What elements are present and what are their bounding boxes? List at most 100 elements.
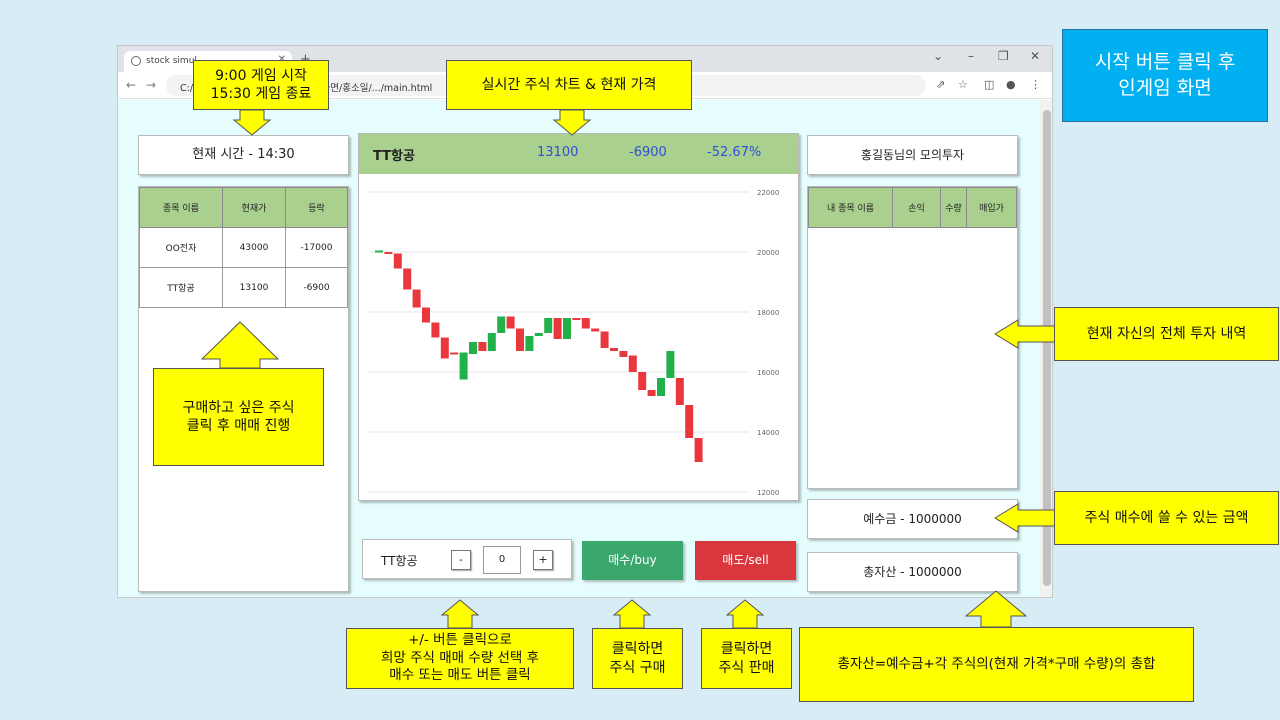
chart-price-change: -6900 [629,145,667,160]
candle [581,318,590,329]
candle [412,289,421,308]
col-header-my-stock: 내 종목 이름 [808,187,893,228]
holdings-table: 내 종목 이름 손익 수량 매입가 [808,187,1017,228]
quantity-selector: TT항공 - 0 + [362,539,572,579]
candle [440,337,449,359]
candle [422,307,430,323]
stock-name[interactable]: TT항공 [139,267,223,308]
col-header-quantity: 수량 [940,187,967,228]
candle [610,348,618,351]
select-note: 구매하고 싶은 주식 클릭 후 매매 진행 [153,368,324,466]
chart-current-price: 13100 [537,145,579,160]
sell-note: 클릭하면 주식 판매 [701,628,792,689]
stock-row[interactable]: OO전자 43000 -17000 [139,227,348,268]
chart-header: TT항공 13100 -6900 -52.67% [359,134,798,174]
profile-icon[interactable]: ● [1006,78,1016,91]
col-header-change: 등락 [285,187,348,228]
globe-icon [131,56,141,66]
col-header-name: 종목 이름 [139,187,223,228]
stock-price[interactable]: 13100 [222,267,286,308]
forward-icon[interactable]: → [146,78,156,92]
candle [647,390,656,396]
candle [694,438,703,462]
buy-button[interactable]: 매수/buy [582,541,683,580]
total-assets: 총자산 - 1000000 [807,552,1018,592]
candle [375,250,383,253]
stock-change[interactable]: -17000 [285,227,348,268]
candle [553,318,562,339]
candle [384,252,393,254]
candle [619,351,628,357]
candle [600,331,609,348]
side-panel-icon[interactable]: ◫ [984,78,994,91]
stock-change[interactable]: -6900 [285,267,348,308]
candle [572,318,581,320]
screen-title-note: 시작 버튼 클릭 후 인게임 화면 [1062,29,1268,122]
maximize-icon[interactable]: ❐ [998,49,1009,63]
y-tick-label: 16000 [757,369,779,377]
quantity-note: +/- 버튼 클릭으로 희망 주식 매매 수량 선택 후 매수 또는 매도 버튼… [346,628,574,689]
holdings-panel: 내 종목 이름 손익 수량 매입가 [807,186,1018,489]
stock-price[interactable]: 43000 [222,227,286,268]
deposit-note: 주식 매수에 쓸 수 있는 금액 [1054,491,1279,545]
candle [628,355,637,372]
sell-button[interactable]: 매도/sell [695,541,796,580]
minimize-icon[interactable]: – [968,49,974,63]
deposit-amount: 예수금 - 1000000 [807,499,1018,539]
candle [497,316,506,333]
time-note: 9:00 게임 시작 15:30 게임 종료 [193,60,329,110]
candle [403,268,412,290]
stock-list-table: 종목 이름 현재가 등락 OO전자 43000 -17000 TT항공 1310… [139,187,348,308]
candle [563,318,571,339]
y-tick-label: 20000 [757,249,779,257]
increase-quantity-button[interactable]: + [533,550,553,570]
sell-arrow-icon [725,599,765,629]
menu-icon[interactable]: ⋮ [1030,78,1041,91]
candle [525,336,534,351]
candle [534,333,543,336]
col-header-price: 현재가 [222,187,286,228]
y-tick-label: 18000 [757,309,779,317]
candle [657,378,665,396]
candle [393,253,402,269]
decrease-quantity-button[interactable]: - [451,550,471,570]
y-tick-label: 14000 [757,429,779,437]
chart-stock-name: TT항공 [373,149,415,164]
col-header-profit: 손익 [892,187,941,228]
quantity-value: 0 [483,546,521,574]
candle [516,328,524,351]
candle [685,405,694,438]
candlestick-chart: 22000200001800016000140001200009:3010:00… [369,189,779,497]
time-arrow-icon [232,109,272,136]
y-tick-label: 12000 [757,489,779,497]
candle [450,352,459,355]
chart-arrow-icon [552,109,592,136]
current-time: 현재 시간 - 14:30 [138,135,349,175]
candle [638,372,647,390]
stock-name[interactable]: OO전자 [139,227,223,268]
deposit-arrow-icon [994,503,1056,533]
y-tick-label: 22000 [757,189,779,197]
share-icon[interactable]: ⇗ [936,78,945,91]
bookmark-star-icon[interactable]: ☆ [958,78,968,91]
stock-chart-panel: TT항공 13100 -6900 -52.67% 22000 20000 18000… [358,133,799,501]
candle [544,318,553,333]
tab-search-icon[interactable]: ⌄ [933,49,943,63]
chart-change-rate: -52.67% [707,145,762,160]
stock-row[interactable]: TT항공 13100 -6900 [139,267,348,308]
candle [469,342,477,354]
select-arrow-icon [200,321,280,369]
user-portfolio-title: 홍길동님의 모의투자 [807,135,1018,175]
back-icon[interactable]: ← [126,78,136,92]
candle [506,316,515,329]
candle [675,378,684,405]
portfolio-note: 현재 자신의 전체 투자 내역 [1054,307,1279,361]
close-window-icon[interactable]: ✕ [1030,49,1040,63]
candle [666,351,675,378]
chart-note: 실시간 주식 차트 & 현재 가격 [446,60,692,110]
total-arrow-icon [964,590,1028,628]
candle [478,342,487,351]
portfolio-arrow-icon [994,319,1056,349]
quantity-arrow-icon [440,599,480,629]
candle [459,352,468,380]
